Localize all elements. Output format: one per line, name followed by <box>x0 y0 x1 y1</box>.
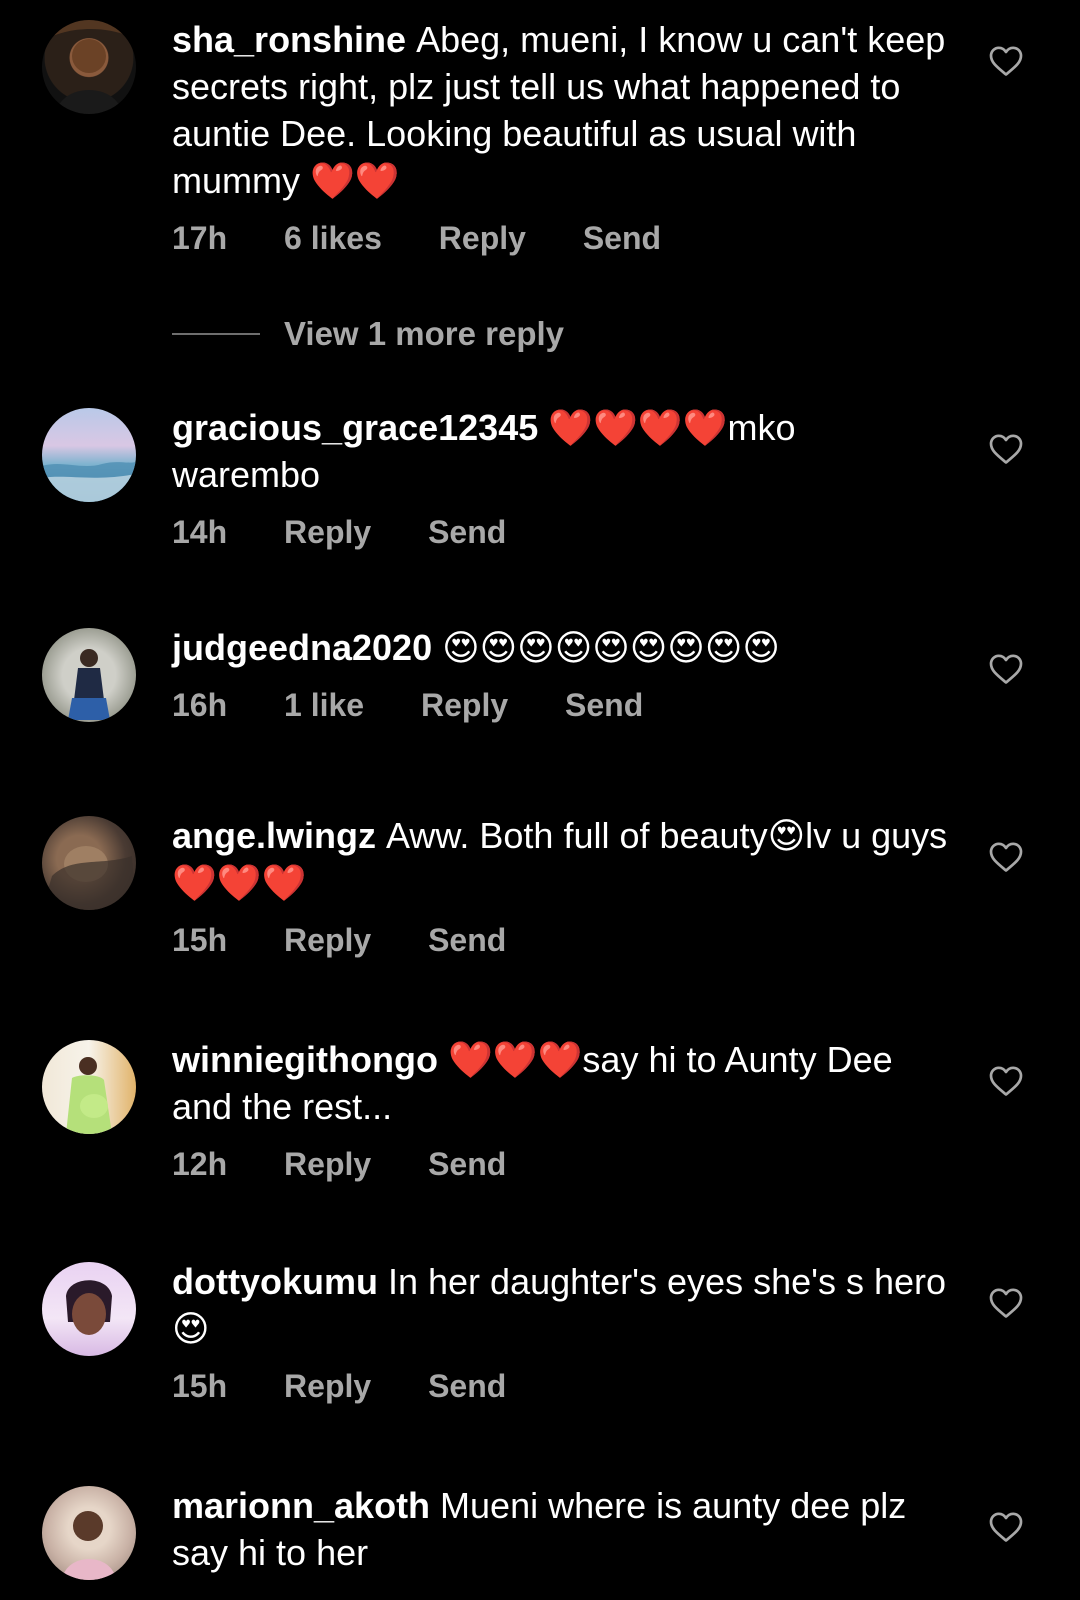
comment-time: 16h <box>172 687 228 723</box>
avatar[interactable] <box>42 20 136 114</box>
comment-meta: 15h Reply Send <box>172 920 952 960</box>
send-button[interactable]: Send <box>428 920 506 960</box>
view-more-replies[interactable]: View 1 more reply <box>172 312 564 356</box>
comment-time: 14h <box>172 514 228 550</box>
comment-likes[interactable]: 6 likes <box>284 218 382 258</box>
comment-meta: 17h 6 likes Reply Send <box>172 218 952 258</box>
comment-text: gracious_grace12345 ❤️❤️❤️❤️mko warembo <box>172 404 952 498</box>
comment-username[interactable]: marionn_akoth <box>172 1485 430 1526</box>
send-button[interactable]: Send <box>583 218 661 258</box>
comment-text: ange.lwingz Aww. Both full of beauty😍lv u… <box>172 812 952 906</box>
divider-line <box>172 333 260 335</box>
comment-text: winniegithongo ❤️❤️❤️say hi to Aunty Dee … <box>172 1036 952 1130</box>
reply-button[interactable]: Reply <box>284 1144 371 1184</box>
comment-meta: 15h Reply Send <box>172 1366 952 1406</box>
comment-username[interactable]: dottyokumu <box>172 1261 378 1302</box>
comment-likes[interactable]: 1 like <box>284 685 364 725</box>
comment-username[interactable]: sha_ronshine <box>172 19 406 60</box>
heart-outline-icon[interactable] <box>988 652 1024 686</box>
comment-time: 15h <box>172 922 228 958</box>
send-button[interactable]: Send <box>428 1366 506 1406</box>
comment-text: marionn_akoth Mueni where is aunty dee pl… <box>172 1482 952 1576</box>
reply-button[interactable]: Reply <box>284 1366 371 1406</box>
heart-outline-icon[interactable] <box>988 44 1024 78</box>
heart-outline-icon[interactable] <box>988 432 1024 466</box>
send-button[interactable]: Send <box>565 685 643 725</box>
send-button[interactable]: Send <box>428 1144 506 1184</box>
avatar[interactable] <box>42 408 136 502</box>
comment-username[interactable]: ange.lwingz <box>172 815 376 856</box>
reply-button[interactable]: Reply <box>439 218 526 258</box>
comment-text: dottyokumu In her daughter's eyes she's s… <box>172 1258 952 1352</box>
heart-outline-icon[interactable] <box>988 840 1024 874</box>
reply-button[interactable]: Reply <box>421 685 508 725</box>
heart-outline-icon[interactable] <box>988 1510 1024 1544</box>
avatar[interactable] <box>42 1040 136 1134</box>
comment-username[interactable]: gracious_grace12345 <box>172 407 538 448</box>
comment-text: sha_ronshine Abeg, mueni, I know u can't … <box>172 16 952 204</box>
avatar[interactable] <box>42 628 136 722</box>
comment-text: judgeedna2020 😍😍😍😍😍😍😍😍😍 <box>172 624 952 671</box>
avatar[interactable] <box>42 816 136 910</box>
heart-outline-icon[interactable] <box>988 1286 1024 1320</box>
comment-time: 12h <box>172 1146 228 1182</box>
comment-content: 😍😍😍😍😍😍😍😍😍 <box>442 627 780 668</box>
heart-outline-icon[interactable] <box>988 1064 1024 1098</box>
view-more-replies-label[interactable]: View 1 more reply <box>284 315 564 353</box>
reply-button[interactable]: Reply <box>284 512 371 552</box>
avatar[interactable] <box>42 1262 136 1356</box>
comment-username[interactable]: judgeedna2020 <box>172 627 432 668</box>
avatar[interactable] <box>42 1486 136 1580</box>
comment-time: 17h <box>172 220 228 256</box>
comment-meta: 16h 1 like Reply Send <box>172 685 952 725</box>
comment-time: 15h <box>172 1368 228 1404</box>
send-button[interactable]: Send <box>428 512 506 552</box>
comment-username[interactable]: winniegithongo <box>172 1039 438 1080</box>
comment-meta: 12h Reply Send <box>172 1144 952 1184</box>
reply-button[interactable]: Reply <box>284 920 371 960</box>
comment-meta: 14h Reply Send <box>172 512 952 552</box>
